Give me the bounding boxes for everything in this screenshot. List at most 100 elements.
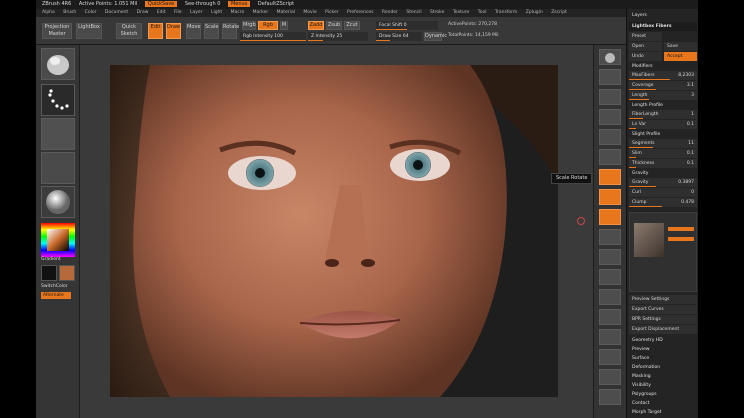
default-zscript-button[interactable]: DefaultZScript [258, 1, 294, 7]
zcut-button[interactable]: Zcut [344, 21, 360, 30]
m-button[interactable]: M [280, 21, 288, 30]
preview-slider-fill[interactable] [668, 227, 694, 231]
fiber-length-slider[interactable]: FiberLength 1 [629, 110, 697, 119]
floor-button[interactable] [599, 189, 621, 205]
open-button[interactable]: Open [629, 42, 662, 51]
menus-button[interactable]: Menus [227, 1, 251, 7]
max-fibers-slider[interactable]: MaxFibers 8,2303 [629, 71, 697, 80]
rotate-view-button[interactable] [599, 329, 621, 345]
menu-material[interactable]: Material [277, 10, 295, 15]
menu-tool[interactable]: Tool [478, 10, 487, 15]
bpr-settings-button[interactable]: BPR Settings [629, 315, 697, 324]
persp-button[interactable] [599, 169, 621, 185]
aahalf-button[interactable] [599, 149, 621, 165]
menu-preferences[interactable]: Preferences [347, 10, 373, 15]
polyf-button[interactable] [599, 349, 621, 365]
draw-size-slider[interactable]: Draw Size 64 [376, 32, 422, 41]
scale-view-button[interactable] [599, 309, 621, 325]
preview-header[interactable]: Preview [629, 346, 697, 354]
gravity-header[interactable]: Gravity [629, 170, 697, 178]
curl-slider[interactable]: Curl 0 [629, 188, 697, 197]
visibility-header[interactable]: Visibility [629, 382, 697, 390]
quick-sketch-button[interactable]: Quick Sketch [116, 23, 142, 39]
rotate-button[interactable]: Rotate [222, 23, 239, 39]
length-profile-header[interactable]: Length Profile [629, 102, 697, 110]
local-button[interactable] [599, 209, 621, 225]
modifiers-header[interactable]: Modifiers [629, 63, 697, 71]
menu-stroke[interactable]: Stroke [430, 10, 444, 15]
frame-button[interactable] [599, 269, 621, 285]
menu-file[interactable]: File [174, 10, 182, 15]
preview-settings-button[interactable]: Preview Settings [629, 295, 697, 304]
geometry-hd-header[interactable]: Geometry HD [629, 337, 697, 345]
menu-color[interactable]: Color [85, 10, 97, 15]
menu-texture[interactable]: Texture [453, 10, 469, 15]
scale-button[interactable]: Scale [204, 23, 219, 39]
move-button[interactable]: Move [186, 23, 201, 39]
edit-button[interactable]: Edit [148, 23, 163, 39]
mrgb-button[interactable]: Mrgb [242, 21, 256, 30]
menu-draw[interactable]: Draw [137, 10, 149, 15]
segments-slider[interactable]: Segments 11 [629, 139, 697, 148]
deformation-header[interactable]: Deformation [629, 364, 697, 372]
switch-color-button[interactable]: SwitchColor [41, 284, 68, 289]
polygroups-header[interactable]: Polygroups [629, 391, 697, 399]
length-slider[interactable]: Length 3 [629, 91, 697, 100]
alternate-button[interactable]: Alternate [41, 292, 71, 299]
transp-button[interactable] [599, 369, 621, 385]
lightbox-fibers-button[interactable]: Lightbox Fibers [629, 22, 697, 31]
menu-macro[interactable]: Macro [231, 10, 245, 15]
viewport[interactable] [110, 65, 558, 397]
accept-button[interactable]: Accept [664, 52, 697, 61]
preview-slider-fill-2[interactable] [668, 237, 694, 241]
secondary-color-swatch[interactable] [41, 265, 57, 281]
menu-picker[interactable]: Picker [325, 10, 338, 15]
zsub-button[interactable]: Zsub [326, 21, 342, 30]
spix-button[interactable] [599, 69, 621, 85]
save-button[interactable]: Save [664, 42, 697, 51]
fiber-preview-thumbnail[interactable] [634, 223, 664, 257]
clump-slider[interactable]: Clump 0.478 [629, 198, 697, 207]
bpr-button[interactable] [599, 49, 621, 65]
export-curves-button[interactable]: Export Curves [629, 305, 697, 314]
see-through-slider[interactable]: See-through 0 [185, 1, 221, 7]
xyz-button[interactable] [599, 249, 621, 265]
projection-master-button[interactable]: Projection Master [42, 23, 72, 39]
color-picker[interactable] [41, 223, 75, 257]
menu-alpha[interactable]: Alpha [42, 10, 55, 15]
lsym-button[interactable] [599, 229, 621, 245]
draw-button[interactable]: Draw [166, 23, 181, 39]
menu-light[interactable]: Light [211, 10, 222, 15]
scroll-button[interactable] [599, 89, 621, 105]
menu-brush[interactable]: Brush [63, 10, 76, 15]
move-view-button[interactable] [599, 289, 621, 305]
menu-transform[interactable]: Transform [495, 10, 517, 15]
masking-header[interactable]: Masking [629, 373, 697, 381]
undo-button[interactable]: Undo [629, 52, 662, 61]
actual-button[interactable] [599, 129, 621, 145]
main-color-swatch[interactable] [59, 265, 75, 281]
focal-shift-slider[interactable]: Focal Shift 0 [376, 21, 438, 30]
menu-edit[interactable]: Edit [157, 10, 166, 15]
z-intensity-slider[interactable]: Z Intensity 25 [308, 32, 368, 41]
menu-movie[interactable]: Movie [303, 10, 316, 15]
rgb-intensity-slider[interactable]: Rgb Intensity 100 [240, 32, 306, 41]
thickness-slider[interactable]: Thickness 0.1 [629, 159, 697, 168]
menu-zscript[interactable]: Zscript [551, 10, 567, 15]
menu-stencil[interactable]: Stencil [406, 10, 421, 15]
brush-thumbnail[interactable] [41, 48, 75, 80]
morph-target-header[interactable]: Morph Target [629, 409, 697, 417]
export-displacement-button[interactable]: Export Displacement [629, 325, 697, 334]
material-thumbnail[interactable] [41, 186, 75, 218]
menu-document[interactable]: Document [105, 10, 128, 15]
dynamic-button[interactable]: Dynamic [424, 32, 447, 41]
zoom-button[interactable] [599, 109, 621, 125]
surface-header[interactable]: Surface [629, 355, 697, 363]
contact-header[interactable]: Contact [629, 400, 697, 408]
zadd-button[interactable]: Zadd [308, 21, 324, 30]
length-variation-slider[interactable]: Ln Var 0.1 [629, 120, 697, 129]
coverage-slider[interactable]: Coverage 3.1 [629, 81, 697, 90]
menu-marker[interactable]: Marker [253, 10, 269, 15]
gravity-slider[interactable]: Gravity 0.3897 [629, 178, 697, 187]
document-canvas[interactable] [80, 45, 593, 418]
